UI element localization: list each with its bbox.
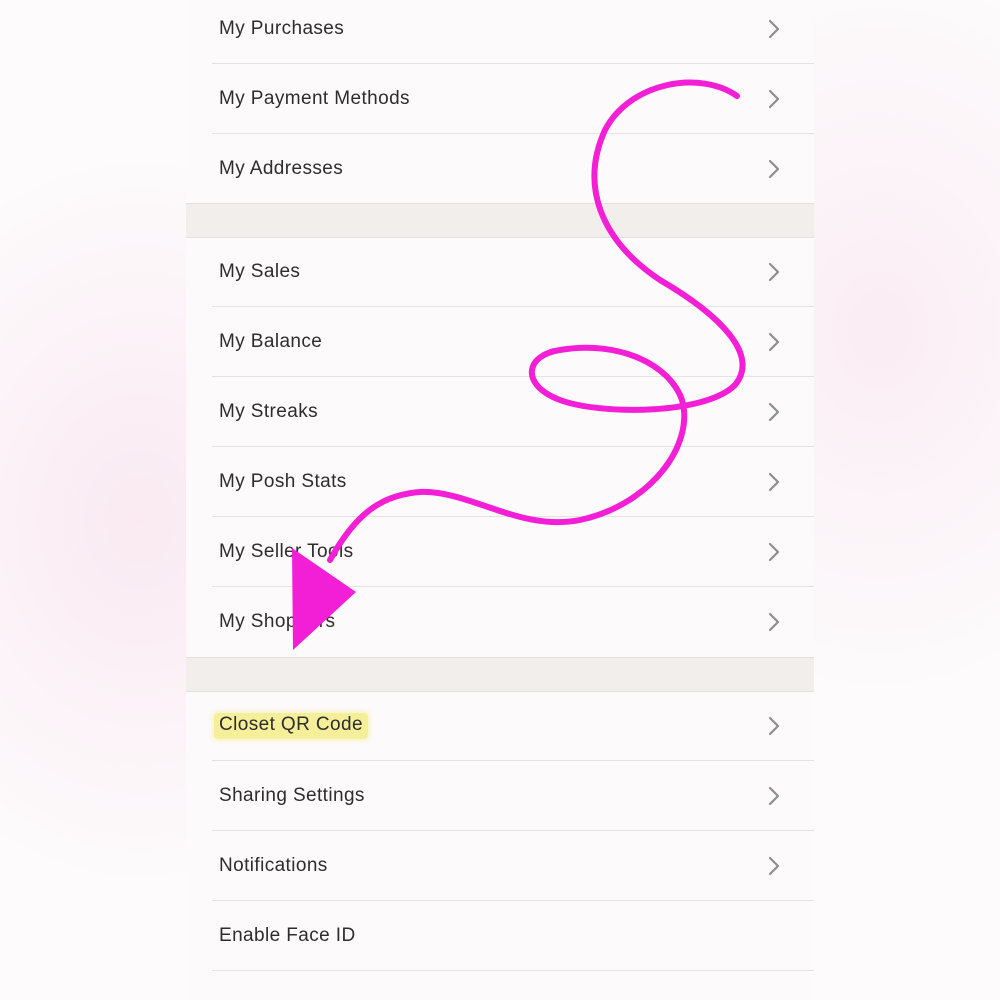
- menu-row-label: Sharing Settings: [219, 784, 365, 806]
- chevron-right-icon: [768, 159, 780, 179]
- menu-row-label: My Shoppers: [219, 611, 336, 632]
- menu-row-label: My Seller Tools: [219, 540, 354, 562]
- chevron-right-icon: [768, 612, 780, 632]
- menu-row-my-seller-tools[interactable]: My Seller Tools: [212, 517, 814, 587]
- menu-row-my-posh-stats[interactable]: My Posh Stats: [212, 447, 814, 517]
- chevron-right-icon: [768, 472, 780, 491]
- menu-row-my-payment-methods[interactable]: My Payment Methods: [212, 64, 814, 134]
- menu-row-my-addresses[interactable]: My Addresses: [212, 134, 814, 204]
- menu-row-enable-face-id[interactable]: Enable Face ID: [212, 901, 814, 971]
- chevron-right-icon: [768, 89, 780, 108]
- section-divider: [186, 657, 814, 692]
- menu-row-partial[interactable]: [212, 971, 814, 1000]
- menu-row-my-sales[interactable]: My Sales: [212, 237, 814, 307]
- menu-row-label: My Streaks: [219, 400, 319, 422]
- menu-row-my-shoppers[interactable]: My Shoppers: [212, 587, 814, 657]
- menu-row-label: My Addresses: [219, 158, 344, 179]
- chevron-right-icon: [768, 19, 780, 38]
- chevron-right-icon: [768, 856, 780, 875]
- settings-menu-panel: My Purchases My Payment Methods My Addre…: [186, 0, 814, 1000]
- menu-row-label: Enable Face ID: [219, 924, 356, 946]
- menu-row-label: My Balance: [219, 330, 323, 352]
- menu-row-label: My Purchases: [219, 17, 345, 39]
- menu-row-label: Notifications: [219, 854, 328, 876]
- section-divider: [186, 203, 814, 238]
- menu-row-notifications[interactable]: Notifications: [212, 831, 814, 901]
- chevron-right-icon: [768, 262, 780, 281]
- chevron-right-icon: [768, 716, 780, 735]
- chevron-right-icon: [768, 402, 780, 421]
- menu-row-closet-qr-code[interactable]: Closet QR Code: [212, 691, 814, 761]
- menu-row-label: My Payment Methods: [219, 87, 410, 109]
- chevron-right-icon: [768, 786, 780, 805]
- menu-row-label: My Sales: [219, 260, 301, 282]
- chevron-right-icon: [768, 332, 780, 351]
- menu-row-my-balance[interactable]: My Balance: [212, 307, 814, 377]
- chevron-right-icon: [768, 542, 780, 561]
- menu-row-sharing-settings[interactable]: Sharing Settings: [212, 761, 814, 831]
- menu-row-my-streaks[interactable]: My Streaks: [212, 377, 814, 447]
- menu-row-my-purchases[interactable]: My Purchases: [212, 0, 814, 64]
- menu-row-label-highlighted: Closet QR Code: [214, 712, 368, 739]
- menu-row-label: My Posh Stats: [219, 470, 347, 492]
